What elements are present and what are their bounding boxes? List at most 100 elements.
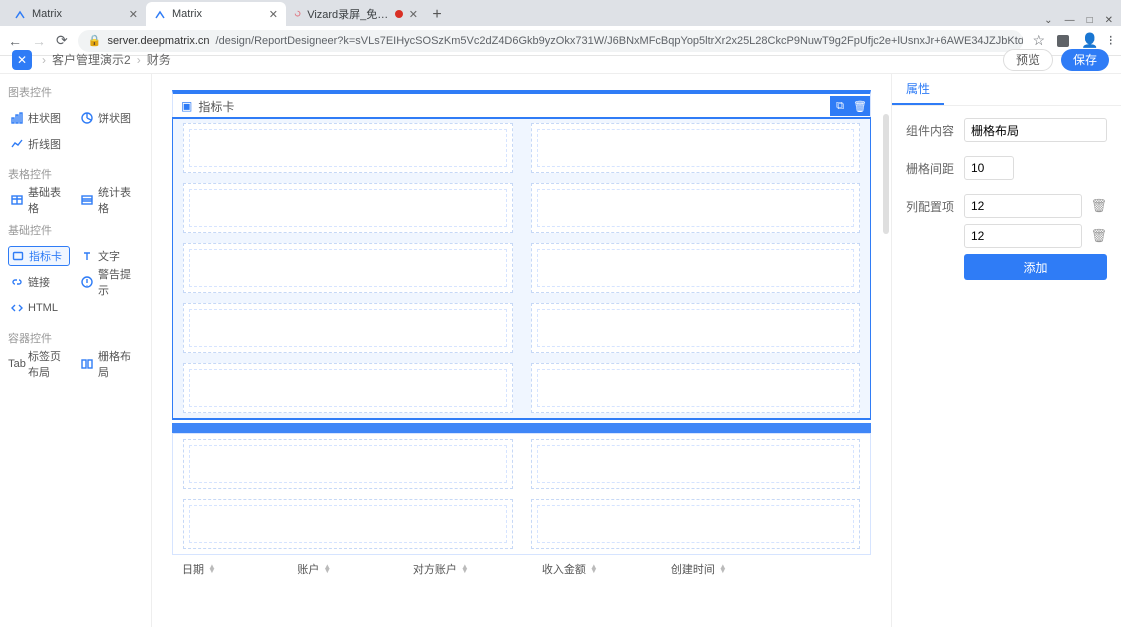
design-canvas[interactable]: ▣ 指标卡 ⧉ 🗑 日期▲▼账户▲▼对方账户▲▼收入金额▲▼创建时间▲▼ [152,74,891,627]
breadcrumb-item[interactable]: 财务 [147,51,171,68]
preview-button[interactable]: 预览 [1003,49,1053,71]
maximize-button[interactable]: □ [1087,15,1093,26]
block-divider [172,423,871,433]
delete-button[interactable]: 🗑 [850,96,870,116]
palette-item[interactable]: 指标卡 [8,246,70,266]
stats-table-icon [81,194,93,206]
grid-cell[interactable] [531,183,861,233]
grid-row [173,238,870,298]
close-icon[interactable]: ✕ [409,8,418,21]
grid-cell[interactable] [531,123,861,173]
grid-cell[interactable] [183,243,513,293]
grid-row [173,494,870,554]
palette-item[interactable]: 柱状图 [8,108,70,128]
palette-item-label: 饼状图 [98,110,131,126]
close-button[interactable]: ✕ [1105,15,1113,26]
palette-item-label: 柱状图 [28,110,61,126]
browser-tab[interactable]: Matrix ✕ [6,2,146,26]
browser-tab[interactable]: Vizard录屏_免费高清的电脑 ✕ [286,2,426,26]
tool-icon[interactable]: ✕ [12,50,32,70]
forward-button[interactable]: → [32,33,46,49]
extension-icon[interactable] [1055,33,1071,49]
grid-cell[interactable] [183,439,513,489]
copy-button[interactable]: ⧉ [830,96,850,116]
palette-item[interactable]: HTML [8,298,70,318]
col-config-input[interactable] [964,194,1082,218]
gutter-input[interactable] [964,156,1014,180]
tab-title: Matrix [172,8,202,20]
grid-cell[interactable] [183,499,513,549]
grid-cell[interactable] [531,303,861,353]
profile-icon[interactable]: 👤 [1081,32,1098,49]
grid-cell[interactable] [183,183,513,233]
table-column-header[interactable]: 创建时间▲▼ [671,561,861,577]
pie-chart-icon [81,112,93,124]
text-icon [81,250,93,262]
palette-item[interactable]: 链接 [8,272,70,292]
minimize-button[interactable]: — [1065,15,1075,26]
table-column-header[interactable]: 账户▲▼ [297,561,412,577]
sort-icon[interactable]: ▲▼ [719,565,727,573]
tab-title: Matrix [32,8,62,20]
palette-item-label: 基础表格 [28,184,67,216]
palette-item[interactable]: 统计表格 [78,190,140,210]
browser-tab[interactable]: Matrix ✕ [146,2,286,26]
grid-cell[interactable] [531,363,861,413]
back-button[interactable]: ← [8,33,22,49]
card-icon [12,250,24,262]
url-host: server.deepmatrix.cn [107,35,209,47]
section-title: 基础控件 [8,222,143,238]
grid-cell[interactable] [531,439,861,489]
palette-item[interactable]: 折线图 [8,134,70,154]
table-column-header[interactable]: 对方账户▲▼ [413,561,542,577]
palette-item[interactable]: Tab标签页布局 [8,354,70,374]
reload-button[interactable]: ⟳ [56,32,68,49]
save-button[interactable]: 保存 [1061,49,1109,71]
tab-properties[interactable]: 属性 [892,74,944,105]
grid-cell[interactable] [531,499,861,549]
section-title: 容器控件 [8,330,143,346]
palette-item-label: 指标卡 [29,248,62,264]
palette-item[interactable]: 警告提示 [78,272,140,292]
lock-icon: 🔒 [88,34,102,47]
address-bar[interactable]: 🔒 server.deepmatrix.cn/design/ReportDesi… [78,30,1023,52]
favicon-icon [294,8,301,20]
grid-cell[interactable] [183,363,513,413]
sort-icon[interactable]: ▲▼ [323,565,331,573]
sort-icon[interactable]: ▲▼ [461,565,469,573]
breadcrumb-item[interactable]: 客户管理演示2 [52,51,131,68]
new-tab-button[interactable]: + [426,4,448,26]
delete-icon[interactable]: 🗑 [1090,198,1107,214]
close-icon[interactable]: ✕ [129,8,138,21]
alert-icon [81,276,93,288]
scrollbar[interactable] [883,114,889,234]
component-content-input[interactable] [964,118,1107,142]
favicon-icon [154,8,166,20]
palette-item-label: 警告提示 [98,266,137,298]
grid-layout-block[interactable]: ⧉ 🗑 [172,118,871,419]
menu-icon[interactable]: ⁝ [1109,32,1113,49]
properties-panel: 属性 组件内容 栅格间距 列配置项 🗑 [891,74,1121,627]
add-column-button[interactable]: 添加 [964,254,1107,280]
favicon-icon [14,8,26,20]
sort-icon[interactable]: ▲▼ [208,565,216,573]
close-icon[interactable]: ✕ [269,8,278,21]
palette-item[interactable]: 基础表格 [8,190,70,210]
grid-row [173,178,870,238]
palette-item[interactable]: 文字 [78,246,140,266]
table-column-header[interactable]: 收入金额▲▼ [542,561,671,577]
section-title: 图表控件 [8,84,143,100]
grid-layout-block[interactable] [172,433,871,555]
caret-down-icon[interactable]: ⌄ [1044,15,1052,26]
table-column-header[interactable]: 日期▲▼ [182,561,297,577]
delete-icon[interactable]: 🗑 [1090,228,1107,244]
star-icon[interactable]: ☆ [1033,32,1046,49]
grid-cell[interactable] [183,123,513,173]
palette-item[interactable]: 栅格布局 [78,354,140,374]
sort-icon[interactable]: ▲▼ [590,565,598,573]
palette-item[interactable]: 饼状图 [78,108,140,128]
grid-cell[interactable] [531,243,861,293]
grid-cell[interactable] [183,303,513,353]
breadcrumb: › 客户管理演示2 › 财务 [42,51,171,68]
col-config-input[interactable] [964,224,1082,248]
